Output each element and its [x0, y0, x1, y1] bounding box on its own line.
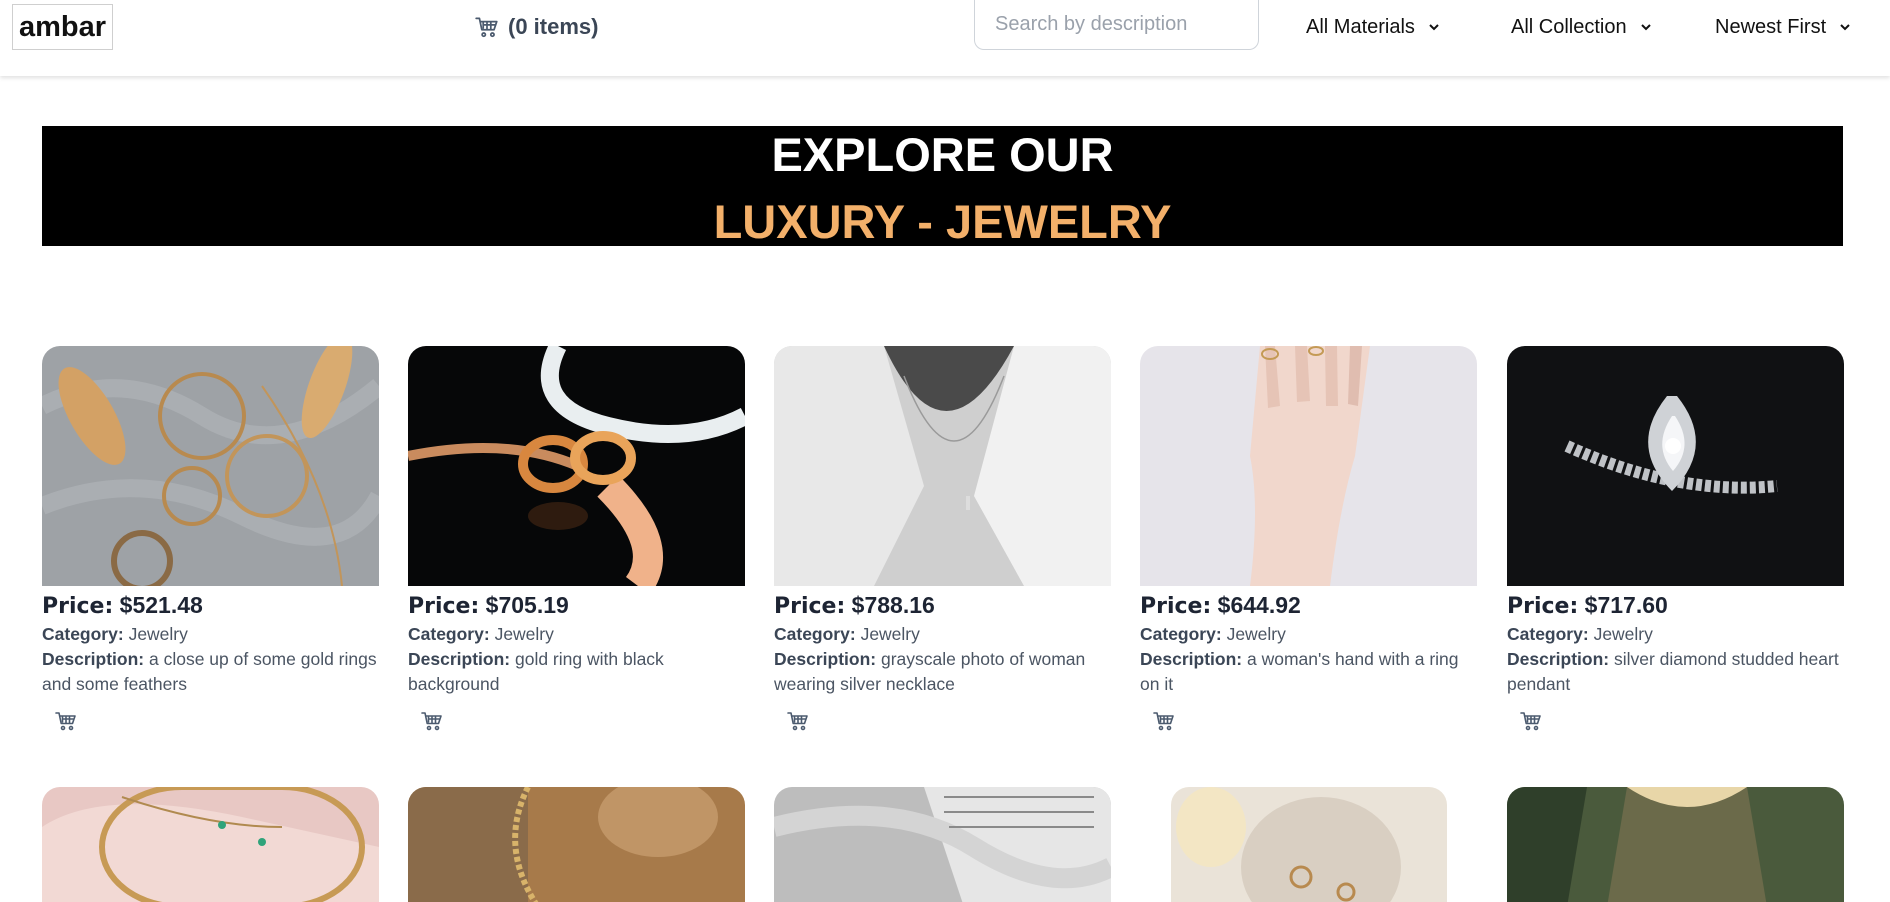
product-image[interactable] [1507, 787, 1844, 902]
add-to-cart-icon[interactable] [54, 709, 78, 733]
hero-banner: EXPLORE OUR LUXURY - JEWELRY [42, 126, 1843, 248]
product-image[interactable] [408, 787, 745, 902]
product-card[interactable]: Price: $644.92 Category: Jewelry Descrip… [1140, 346, 1477, 733]
product-image[interactable] [1140, 346, 1477, 586]
category-value: Jewelry [494, 624, 554, 644]
cart-summary-button[interactable]: (0 items) [474, 12, 598, 42]
product-card[interactable]: Price: $717.60 Category: Jewelry Descrip… [1507, 346, 1844, 733]
price-label: Price: [774, 594, 846, 619]
product-price: Price: $705.19 [408, 590, 745, 622]
description-label: Description: [1507, 649, 1610, 669]
product-image[interactable] [1171, 787, 1447, 902]
add-to-cart-icon[interactable] [1152, 709, 1176, 733]
category-label: Category: [1140, 624, 1222, 644]
product-description: Description: a woman's hand with a ring … [1140, 647, 1477, 697]
collection-filter-select[interactable]: All Collection [1511, 10, 1653, 44]
product-price: Price: $788.16 [774, 590, 1111, 622]
product-category: Category: Jewelry [1507, 622, 1844, 647]
product-category: Category: Jewelry [1140, 622, 1477, 647]
product-price: Price: $521.48 [42, 590, 379, 622]
price-value: $717.60 [1584, 592, 1668, 618]
top-navbar: ambar (0 items) All Materials All Collec… [0, 0, 1890, 76]
cart-count: (0 items) [508, 14, 599, 39]
category-value: Jewelry [1226, 624, 1286, 644]
price-label: Price: [408, 594, 480, 619]
add-to-cart-icon[interactable] [786, 709, 810, 733]
product-image[interactable] [1507, 346, 1844, 586]
product-category: Category: Jewelry [42, 622, 379, 647]
add-to-cart-icon[interactable] [1519, 709, 1543, 733]
description-label: Description: [774, 649, 877, 669]
add-to-cart-icon[interactable] [420, 709, 444, 733]
product-description: Description: a close up of some gold rin… [42, 647, 379, 697]
price-value: $705.19 [485, 592, 569, 618]
category-value: Jewelry [128, 624, 188, 644]
chevron-down-icon [1640, 24, 1651, 31]
category-value: Jewelry [1593, 624, 1653, 644]
collection-filter-value: All Collection [1511, 15, 1627, 38]
product-description: Description: silver diamond studded hear… [1507, 647, 1844, 697]
hero-subtitle: LUXURY - JEWELRY [713, 195, 1172, 248]
description-label: Description: [1140, 649, 1243, 669]
description-label: Description: [408, 649, 511, 669]
price-value: $521.48 [119, 592, 203, 618]
product-category: Category: Jewelry [774, 622, 1111, 647]
product-card[interactable]: Price: $705.19 Category: Jewelry Descrip… [408, 346, 745, 733]
category-label: Category: [42, 624, 124, 644]
description-label: Description: [42, 649, 145, 669]
category-label: Category: [408, 624, 490, 644]
category-label: Category: [774, 624, 856, 644]
product-image[interactable] [42, 346, 379, 586]
product-card[interactable]: Price: $521.48 Category: Jewelry Descrip… [42, 346, 379, 733]
brand-logo[interactable]: ambar [12, 4, 114, 50]
product-image[interactable] [408, 346, 745, 586]
product-price: Price: $717.60 [1507, 590, 1844, 622]
product-category: Category: Jewelry [408, 622, 745, 647]
product-image[interactable] [42, 787, 379, 902]
product-card[interactable]: Price: $788.16 Category: Jewelry Descrip… [774, 346, 1111, 733]
product-image[interactable] [774, 787, 1111, 902]
price-label: Price: [1507, 594, 1579, 619]
cart-icon [475, 17, 498, 38]
search-input[interactable] [974, 0, 1259, 50]
product-description: Description: gold ring with black backgr… [408, 647, 745, 697]
product-description: Description: grayscale photo of woman we… [774, 647, 1111, 697]
price-value: $644.92 [1217, 592, 1301, 618]
chevron-down-icon [1840, 24, 1850, 31]
price-label: Price: [42, 594, 114, 619]
materials-filter-select[interactable]: All Materials [1306, 10, 1441, 44]
sort-value: Newest First [1715, 15, 1827, 38]
product-price: Price: $644.92 [1140, 590, 1477, 622]
sort-select[interactable]: Newest First [1715, 10, 1852, 44]
materials-filter-value: All Materials [1306, 15, 1415, 38]
chevron-down-icon [1429, 24, 1439, 31]
product-image[interactable] [774, 346, 1111, 586]
category-label: Category: [1507, 624, 1589, 644]
price-label: Price: [1140, 594, 1212, 619]
hero-title: EXPLORE OUR [771, 128, 1114, 181]
price-value: $788.16 [851, 592, 935, 618]
category-value: Jewelry [860, 624, 920, 644]
